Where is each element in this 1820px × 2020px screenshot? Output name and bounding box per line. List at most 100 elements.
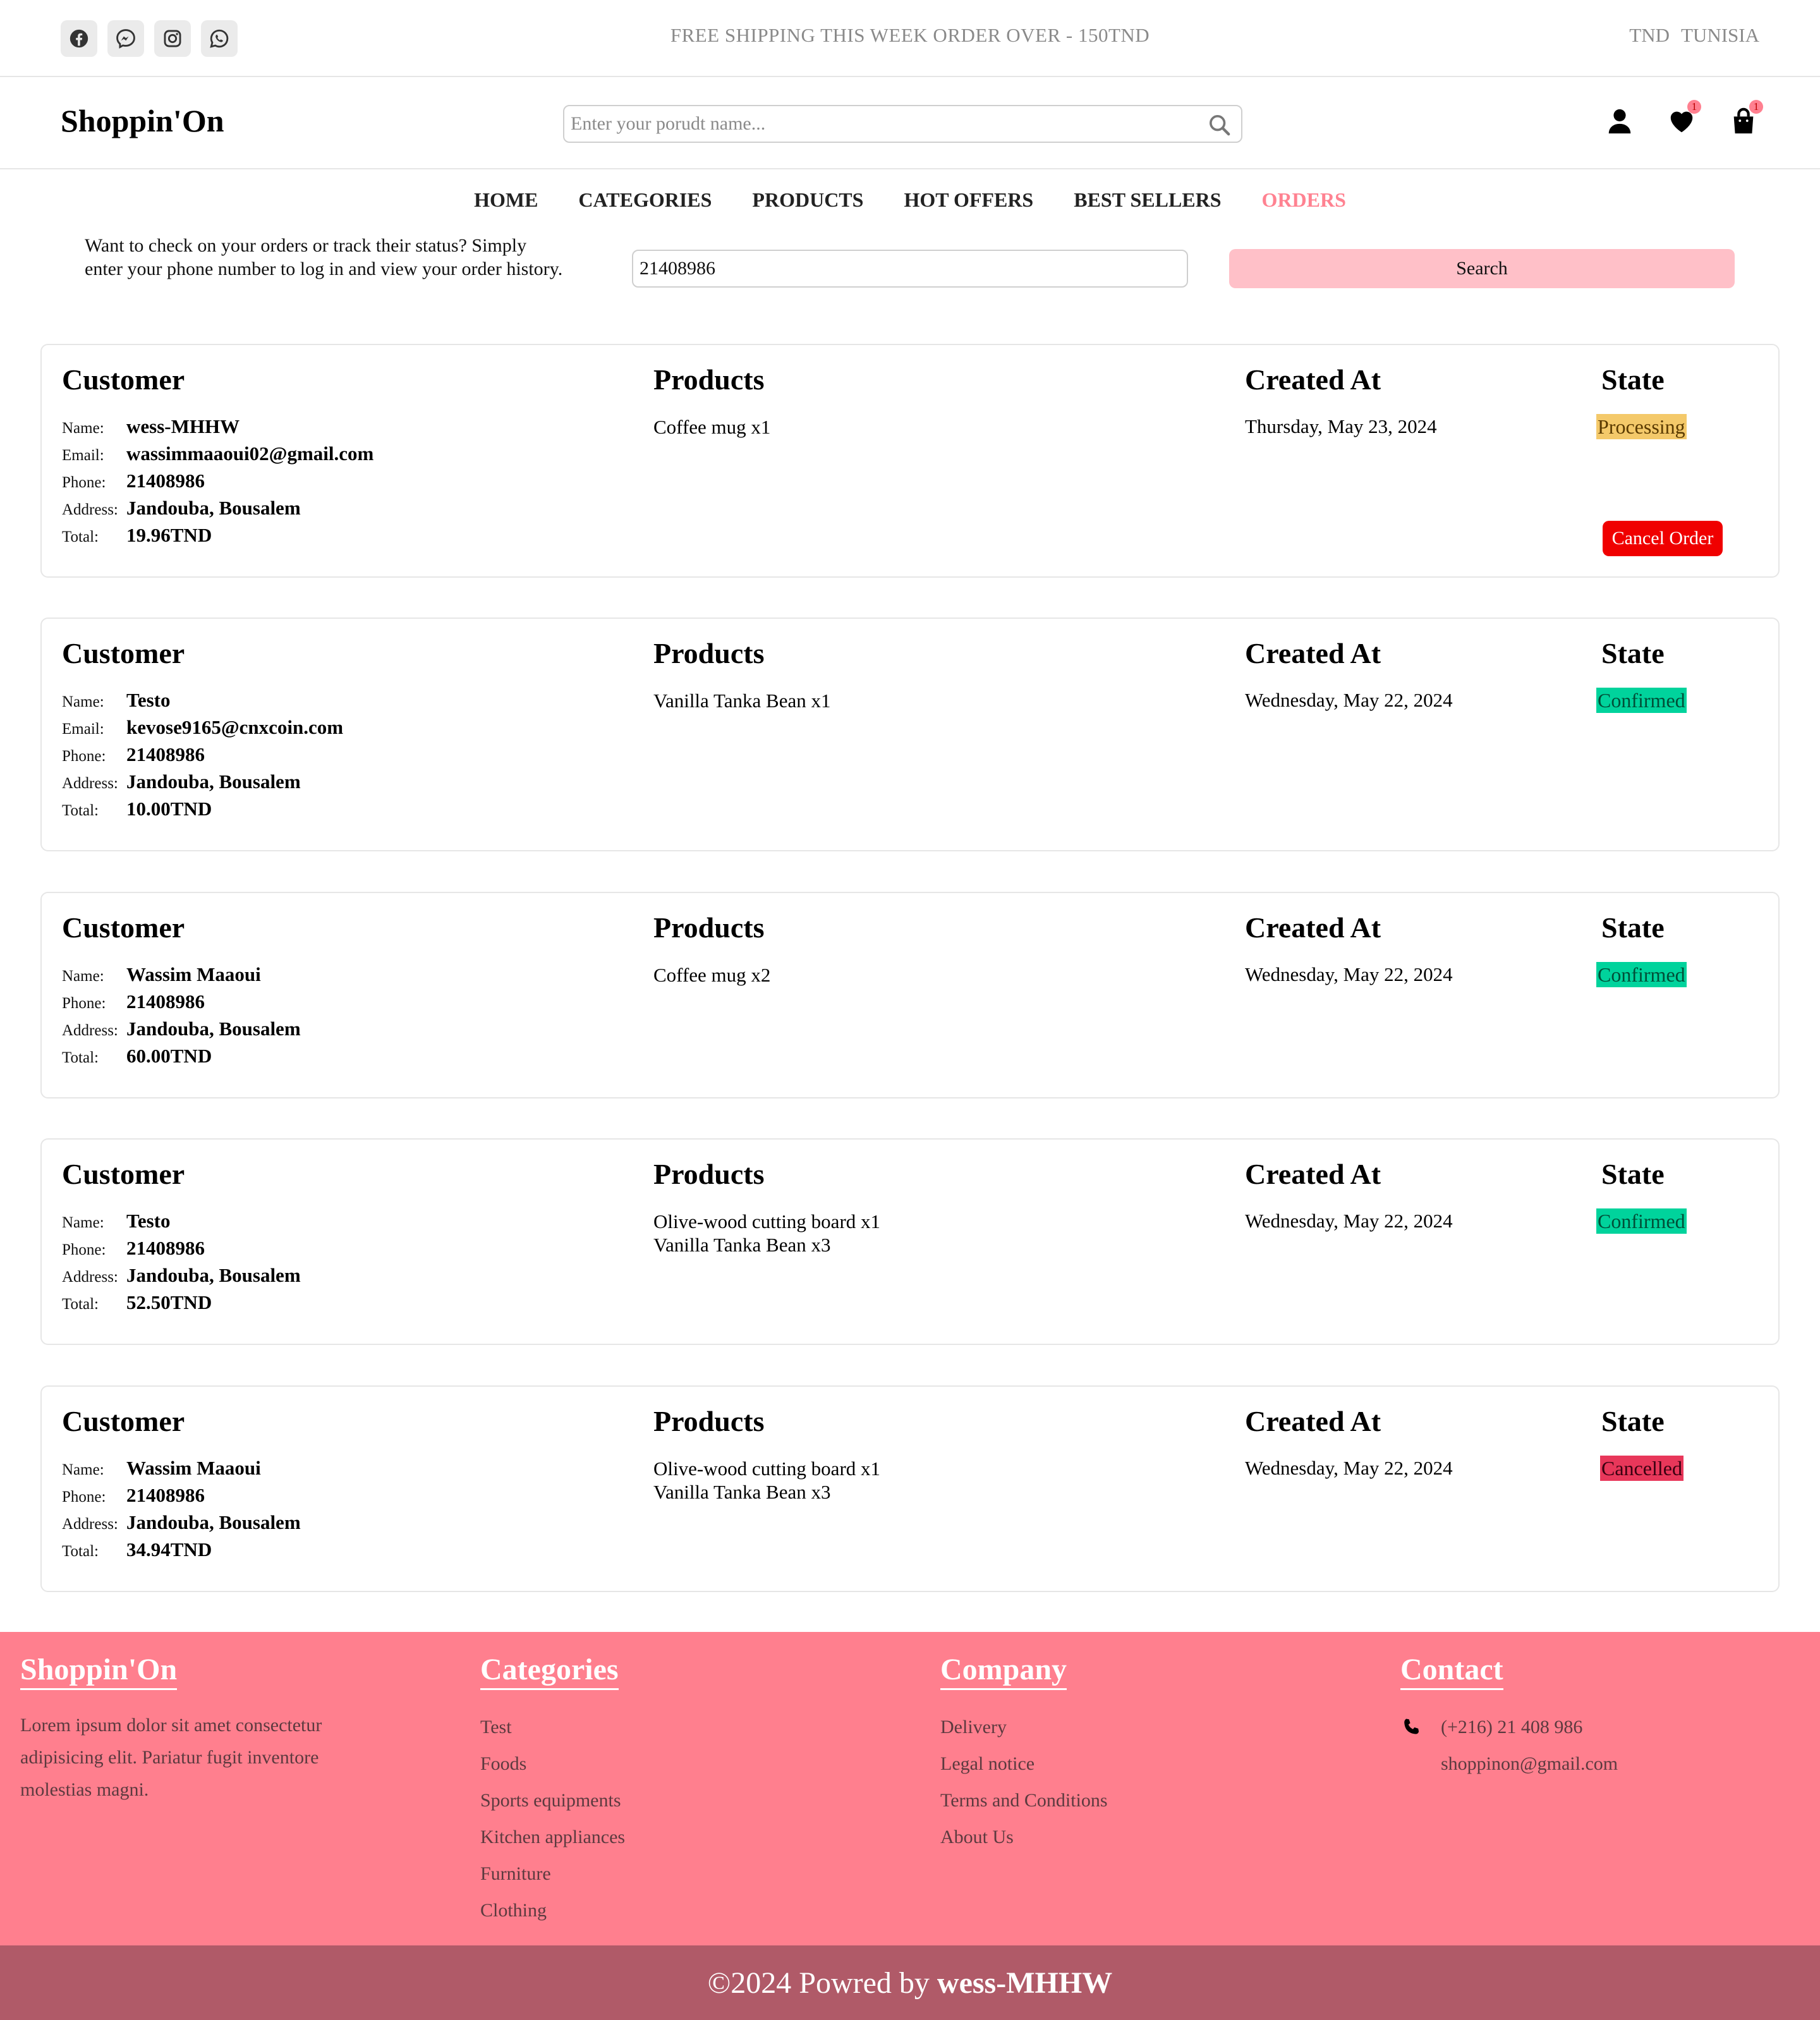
cancel-order-button[interactable]: Cancel Order xyxy=(1603,521,1723,556)
state-column: State Processing xyxy=(1596,363,1687,439)
footer-company-link[interactable]: Terms and Conditions xyxy=(940,1782,1108,1819)
promo-banner: FREE SHIPPING THIS WEEK ORDER OVER - 150… xyxy=(670,24,1150,46)
footer-category-link[interactable]: Kitchen appliances xyxy=(480,1819,625,1856)
wishlist-button[interactable]: 1 xyxy=(1666,100,1701,140)
phone-number-input[interactable] xyxy=(632,250,1188,288)
site-footer: Shoppin'On Lorem ipsum dolor sit amet co… xyxy=(0,1632,1820,1945)
cart-button[interactable]: 1 xyxy=(1728,100,1763,140)
order-card: Customer Name: wess-MHHW Email: wassimmaao… xyxy=(40,344,1780,578)
customer-name: Wassim Maaoui xyxy=(126,963,261,985)
contact-email[interactable]: shoppinon@gmail.com xyxy=(1441,1746,1618,1782)
customer-address: Jandouba, Bousalem xyxy=(126,1017,301,1040)
order-total: 19.96TND xyxy=(126,523,212,546)
customer-phone: 21408986 xyxy=(126,469,205,492)
footer-company-column: Company Delivery Legal notice Terms and … xyxy=(940,1653,1108,1856)
state-column: State Cancelled xyxy=(1600,1405,1684,1481)
footer-category-link[interactable]: Test xyxy=(480,1709,625,1746)
main-nav: HOME CATEGORIES PRODUCTS HOT OFFERS BEST… xyxy=(0,188,1820,212)
nav-best-sellers[interactable]: BEST SELLERS xyxy=(1074,188,1221,212)
product-line: Vanilla Tanka Bean x3 xyxy=(653,1233,831,1256)
product-line: Coffee mug x2 xyxy=(653,963,771,986)
order-date: Wednesday, May 22, 2024 xyxy=(1245,688,1453,711)
state-heading: State xyxy=(1601,911,1665,944)
state-column: State Confirmed xyxy=(1596,1158,1687,1234)
customer-heading: Customer xyxy=(62,1405,185,1437)
status-badge: Confirmed xyxy=(1596,1208,1687,1234)
product-line: Vanilla Tanka Bean x1 xyxy=(653,689,831,712)
cart-count-badge: 1 xyxy=(1749,100,1763,114)
created-heading: Created At xyxy=(1245,363,1381,396)
order-total: 52.50TND xyxy=(126,1291,212,1313)
customer-email: wassimmaaoui02@gmail.com xyxy=(126,442,374,465)
email-label: Email: xyxy=(62,720,104,738)
footer-contact-column: Contact (+216) 21 408 986 shoppinon@gmai… xyxy=(1400,1653,1618,1782)
order-date: Wednesday, May 22, 2024 xyxy=(1245,1209,1453,1232)
footer-category-link[interactable]: Sports equipments xyxy=(480,1782,625,1819)
site-logo[interactable]: Shoppin'On xyxy=(61,102,224,139)
search-orders-button[interactable]: Search xyxy=(1229,249,1735,288)
contact-phone[interactable]: (+216) 21 408 986 xyxy=(1441,1709,1582,1746)
footer-contact-title: Contact xyxy=(1400,1653,1503,1690)
locale-selector[interactable]: TND TUNISIA xyxy=(1629,24,1759,47)
nav-categories[interactable]: CATEGORIES xyxy=(578,188,712,212)
nav-orders[interactable]: ORDERS xyxy=(1262,188,1346,212)
customer-column: Customer Name: wess-MHHW Email: wassimmaao… xyxy=(62,363,374,551)
total-label: Total: xyxy=(62,528,99,545)
order-total: 60.00TND xyxy=(126,1044,212,1067)
search-icon[interactable] xyxy=(1207,113,1232,138)
product-line: Olive-wood cutting board x1 xyxy=(653,1457,881,1480)
products-heading: Products xyxy=(653,1405,765,1437)
address-label: Address: xyxy=(62,1021,118,1039)
customer-heading: Customer xyxy=(62,911,185,944)
currency-label[interactable]: TND xyxy=(1629,24,1670,47)
footer-categories-column: Categories Test Foods Sports equipments … xyxy=(480,1653,625,1929)
customer-address: Jandouba, Bousalem xyxy=(126,496,301,519)
customer-phone: 21408986 xyxy=(126,743,205,765)
created-column: Created At Wednesday, May 22, 2024 xyxy=(1245,1158,1453,1232)
products-heading: Products xyxy=(653,637,765,669)
footer-company-title: Company xyxy=(940,1653,1067,1690)
customer-heading: Customer xyxy=(62,363,185,396)
footer-company-link[interactable]: About Us xyxy=(940,1819,1108,1856)
footer-brand[interactable]: Shoppin'On xyxy=(20,1653,178,1690)
footer-description: Lorem ipsum dolor sit amet consectetur a… xyxy=(20,1714,322,1800)
footer-category-link[interactable]: Furniture xyxy=(480,1856,625,1892)
status-badge: Confirmed xyxy=(1596,687,1687,713)
wishlist-count-badge: 1 xyxy=(1687,100,1701,114)
phone-label: Phone: xyxy=(62,473,106,491)
state-column: State Confirmed xyxy=(1596,911,1687,987)
nav-products[interactable]: PRODUCTS xyxy=(752,188,863,212)
address-label: Address: xyxy=(62,1515,118,1533)
order-lookup-instructions: Want to check on your orders or track th… xyxy=(85,235,563,279)
footer-brand-column: Shoppin'On Lorem ipsum dolor sit amet co… xyxy=(20,1653,374,1806)
copyright-author[interactable]: wess-MHHW xyxy=(937,1966,1112,2000)
state-heading: State xyxy=(1601,1405,1665,1437)
order-total: 10.00TND xyxy=(126,797,212,820)
customer-phone: 21408986 xyxy=(126,990,205,1013)
customer-column: Customer Name: Testo Phone: 21408986 Addre… xyxy=(62,1158,301,1318)
email-label: Email: xyxy=(62,446,104,464)
account-button[interactable] xyxy=(1604,102,1635,140)
footer-company-link[interactable]: Delivery xyxy=(940,1709,1108,1746)
order-card: Customer Name: Wassim Maaoui Phone: 214089… xyxy=(40,1385,1780,1592)
product-search-input[interactable] xyxy=(564,106,1171,142)
status-badge: Confirmed xyxy=(1596,961,1687,987)
name-label: Name: xyxy=(62,1461,104,1478)
nav-hot-offers[interactable]: HOT OFFERS xyxy=(904,188,1033,212)
footer-company-link[interactable]: Legal notice xyxy=(940,1746,1108,1782)
product-line: Olive-wood cutting board x1 xyxy=(653,1210,881,1232)
phone-label: Phone: xyxy=(62,994,106,1012)
name-label: Name: xyxy=(62,1214,104,1231)
nav-home[interactable]: HOME xyxy=(474,188,538,212)
total-label: Total: xyxy=(62,1049,99,1066)
footer-category-link[interactable]: Foods xyxy=(480,1746,625,1782)
products-column: Products Vanilla Tanka Bean x1 xyxy=(653,637,831,712)
customer-column: Customer Name: Wassim Maaoui Phone: 214089… xyxy=(62,1405,301,1566)
phone-label: Phone: xyxy=(62,1488,106,1506)
customer-phone: 21408986 xyxy=(126,1483,205,1506)
footer-category-link[interactable]: Clothing xyxy=(480,1892,625,1929)
product-search xyxy=(563,105,1242,143)
country-label[interactable]: TUNISIA xyxy=(1681,24,1759,47)
customer-column: Customer Name: Wassim Maaoui Phone: 214089… xyxy=(62,911,301,1072)
name-label: Name: xyxy=(62,419,104,437)
